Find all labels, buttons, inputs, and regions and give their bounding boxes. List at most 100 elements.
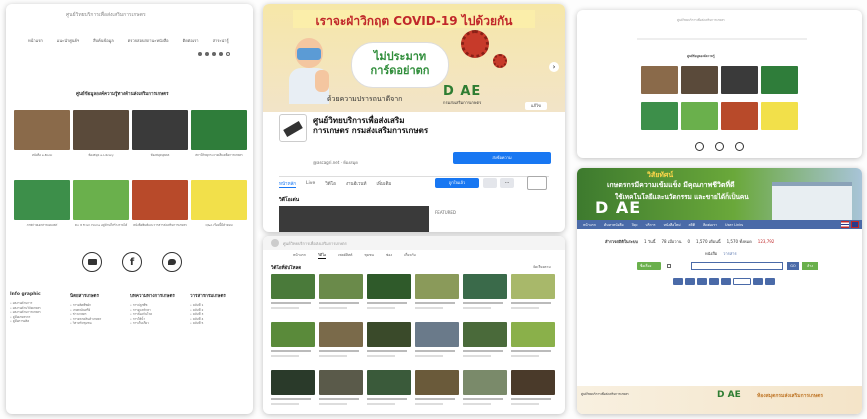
nav-knowledge[interactable]: สาระน่ารู้ <box>213 38 229 44</box>
footer-link[interactable]: • การเก็บเกี่ยว <box>130 321 186 326</box>
tab-more[interactable]: เพิ่มเติม <box>376 180 391 187</box>
video-thumb[interactable] <box>511 322 555 347</box>
menu-stats[interactable]: สถิติ <box>689 222 696 228</box>
footer-link[interactable]: • คู่มือการผลิต <box>10 319 66 324</box>
video-thumb[interactable] <box>319 370 363 395</box>
video-thumb[interactable] <box>463 370 507 395</box>
video-thumb[interactable] <box>415 370 459 395</box>
catalog-tile[interactable] <box>681 66 718 94</box>
sort-button[interactable]: จัดเรียงตาม <box>533 264 551 270</box>
tile-5[interactable] <box>73 180 129 220</box>
edit-cover-button[interactable]: แก้ไข <box>525 102 547 110</box>
more-options-button[interactable]: ··· <box>500 178 514 188</box>
video-thumb[interactable] <box>415 322 459 347</box>
search-go-button[interactable]: GO <box>787 262 799 270</box>
featured-video-thumb[interactable] <box>279 206 429 232</box>
instagram-icon[interactable] <box>219 52 223 56</box>
yt-tab-home[interactable]: หน้าแรก <box>293 252 306 259</box>
tab-live[interactable]: Live <box>306 181 315 186</box>
alphabet-button[interactable] <box>765 278 775 285</box>
catalog-twitter-icon[interactable] <box>735 142 744 151</box>
alphabet-button[interactable] <box>685 278 695 285</box>
catalog-tile[interactable] <box>641 66 678 94</box>
tile-4[interactable] <box>14 180 70 220</box>
alphabet-button[interactable] <box>753 278 763 285</box>
tile-0[interactable] <box>14 110 70 150</box>
catalog-facebook-icon[interactable] <box>715 142 724 151</box>
video-thumb[interactable] <box>463 322 507 347</box>
video-thumb[interactable] <box>463 274 507 299</box>
video-thumb[interactable] <box>367 322 411 347</box>
video-thumb[interactable] <box>367 274 411 299</box>
tab-events[interactable]: งานอีเวนท์ <box>346 180 367 187</box>
liked-button[interactable]: ถูกใจแล้ว <box>435 178 479 188</box>
tile-2[interactable] <box>132 110 188 150</box>
yt-tab-about[interactable]: เกี่ยวกับ <box>404 252 416 259</box>
nav-about[interactable]: แนะนำศูนย์ฯ <box>57 38 79 44</box>
alphabet-button[interactable] <box>733 278 751 285</box>
nav-search[interactable]: สืบค้นข้อมูล <box>93 38 114 44</box>
uk-flag-icon[interactable] <box>851 221 859 228</box>
search-field-select[interactable]: ชื่อเรื่อง <box>637 262 661 270</box>
flag-icon[interactable] <box>841 221 849 228</box>
tile-6[interactable] <box>132 180 188 220</box>
alphabet-button[interactable] <box>673 278 683 285</box>
menu-top[interactable]: Top <box>632 223 638 227</box>
view-as-button[interactable] <box>527 176 547 190</box>
menu-contact[interactable]: ติดต่อเรา <box>703 222 717 228</box>
search-checkbox[interactable] <box>667 264 671 268</box>
footer-link[interactable]: • ฉบับที่ 5 <box>190 321 246 326</box>
alphabet-button[interactable] <box>709 278 719 285</box>
yt-tab-community[interactable]: ชุมชน <box>364 252 373 259</box>
nav-status[interactable]: ตรวจสอบสถานะหนังสือ <box>128 38 169 44</box>
catalog-youtube-icon[interactable] <box>695 142 704 151</box>
tab-videos[interactable]: วิดีโอ <box>325 180 336 187</box>
menu-service[interactable]: บริการ <box>645 222 655 228</box>
video-thumb[interactable] <box>511 370 555 395</box>
menu-new[interactable]: หนังสือใหม่ <box>664 222 681 228</box>
menu-home[interactable]: หน้าแรก <box>583 222 596 228</box>
twitter-icon[interactable] <box>198 52 202 56</box>
message-button[interactable]: ส่งข้อความ <box>453 152 551 164</box>
catalog-tile[interactable] <box>721 66 758 94</box>
search-page-button[interactable] <box>483 178 497 188</box>
menu-search[interactable]: ค้นหาหนังสือ <box>604 222 624 228</box>
catalog-tile[interactable] <box>641 102 678 130</box>
video-thumb[interactable] <box>271 274 315 299</box>
search-icon[interactable] <box>226 52 230 56</box>
yt-tab-playlists[interactable]: เพลย์ลิสต์ <box>338 252 352 259</box>
footer-link[interactable]: • วิสาหกิจชุมชน <box>70 321 126 326</box>
alphabet-button[interactable] <box>721 278 731 285</box>
catalog-tile[interactable] <box>721 102 758 130</box>
carousel-next-icon[interactable]: › <box>549 62 559 72</box>
nav-home[interactable]: หน้าแรก <box>28 38 43 44</box>
page-avatar[interactable] <box>279 114 307 142</box>
tile-7[interactable] <box>191 180 247 220</box>
nav-contact[interactable]: ติดต่อเรา <box>183 38 199 44</box>
catalog-tile[interactable] <box>761 102 798 130</box>
tile-3[interactable] <box>191 110 247 150</box>
video-thumb[interactable] <box>271 370 315 395</box>
youtube-circle-icon[interactable] <box>82 252 102 272</box>
video-thumb[interactable] <box>271 322 315 347</box>
youtube-icon[interactable] <box>212 52 216 56</box>
video-thumb[interactable] <box>319 322 363 347</box>
facebook-circle-icon[interactable]: f <box>122 252 142 272</box>
facebook-icon[interactable] <box>205 52 209 56</box>
tab-home[interactable]: หน้าหลัก <box>279 180 297 188</box>
clear-button[interactable]: ล้าง <box>802 262 818 270</box>
search-tab-journals[interactable]: วารสาร <box>723 250 736 257</box>
search-input[interactable] <box>691 262 783 270</box>
search-tab-books[interactable]: หนังสือ <box>705 250 717 257</box>
youtube-channel-avatar[interactable] <box>271 239 279 247</box>
yt-tab-videos[interactable]: วิดีโอ <box>317 252 327 259</box>
yt-tab-channels[interactable]: ช่อง <box>386 252 392 259</box>
video-thumb[interactable] <box>415 274 459 299</box>
twitter-circle-icon[interactable] <box>162 252 182 272</box>
video-thumb[interactable] <box>511 274 555 299</box>
video-thumb[interactable] <box>367 370 411 395</box>
menu-links[interactable]: User Links <box>725 223 743 227</box>
tile-1[interactable] <box>73 110 129 150</box>
video-thumb[interactable] <box>319 274 363 299</box>
catalog-tile[interactable] <box>761 66 798 94</box>
